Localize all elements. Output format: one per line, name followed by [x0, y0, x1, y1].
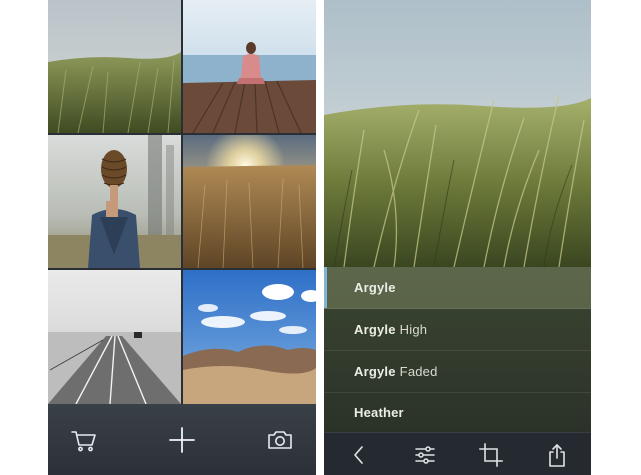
share-icon[interactable]: [544, 442, 570, 468]
photo-thumbnail[interactable]: [48, 270, 181, 404]
cart-icon[interactable]: [68, 424, 100, 456]
filter-name: Heather: [354, 405, 404, 420]
filter-item-heather[interactable]: Heather: [324, 393, 591, 432]
chevron-left-icon[interactable]: [346, 442, 372, 468]
sliders-icon[interactable]: [412, 442, 438, 468]
filter-list: Argyle Argyle High Argyle Faded Heather: [324, 267, 591, 432]
photo-thumbnail[interactable]: [183, 135, 316, 268]
filter-item-argyle-faded[interactable]: Argyle Faded: [324, 351, 591, 393]
filter-name: Argyle: [354, 280, 396, 295]
library-screen: [48, 0, 316, 475]
editor-screen: Argyle Argyle High Argyle Faded Heather: [324, 0, 591, 475]
editor-toolbar: [324, 432, 591, 475]
photo-thumbnail[interactable]: [48, 135, 181, 268]
crop-icon[interactable]: [478, 442, 504, 468]
filter-name: Argyle: [354, 364, 396, 379]
photo-thumbnail[interactable]: [183, 0, 316, 133]
camera-icon[interactable]: [264, 424, 296, 456]
filter-name: Argyle: [354, 322, 396, 337]
filter-modifier: Faded: [399, 364, 438, 379]
plus-icon[interactable]: [166, 424, 198, 456]
filter-item-argyle[interactable]: Argyle: [324, 267, 591, 309]
photo-grid: [48, 0, 316, 404]
library-toolbar: [48, 404, 316, 475]
photo-preview: [324, 0, 591, 267]
filter-modifier: High: [399, 322, 428, 337]
filter-item-argyle-high[interactable]: Argyle High: [324, 309, 591, 351]
photo-thumbnail[interactable]: [183, 270, 316, 404]
photo-thumbnail[interactable]: [48, 0, 181, 133]
